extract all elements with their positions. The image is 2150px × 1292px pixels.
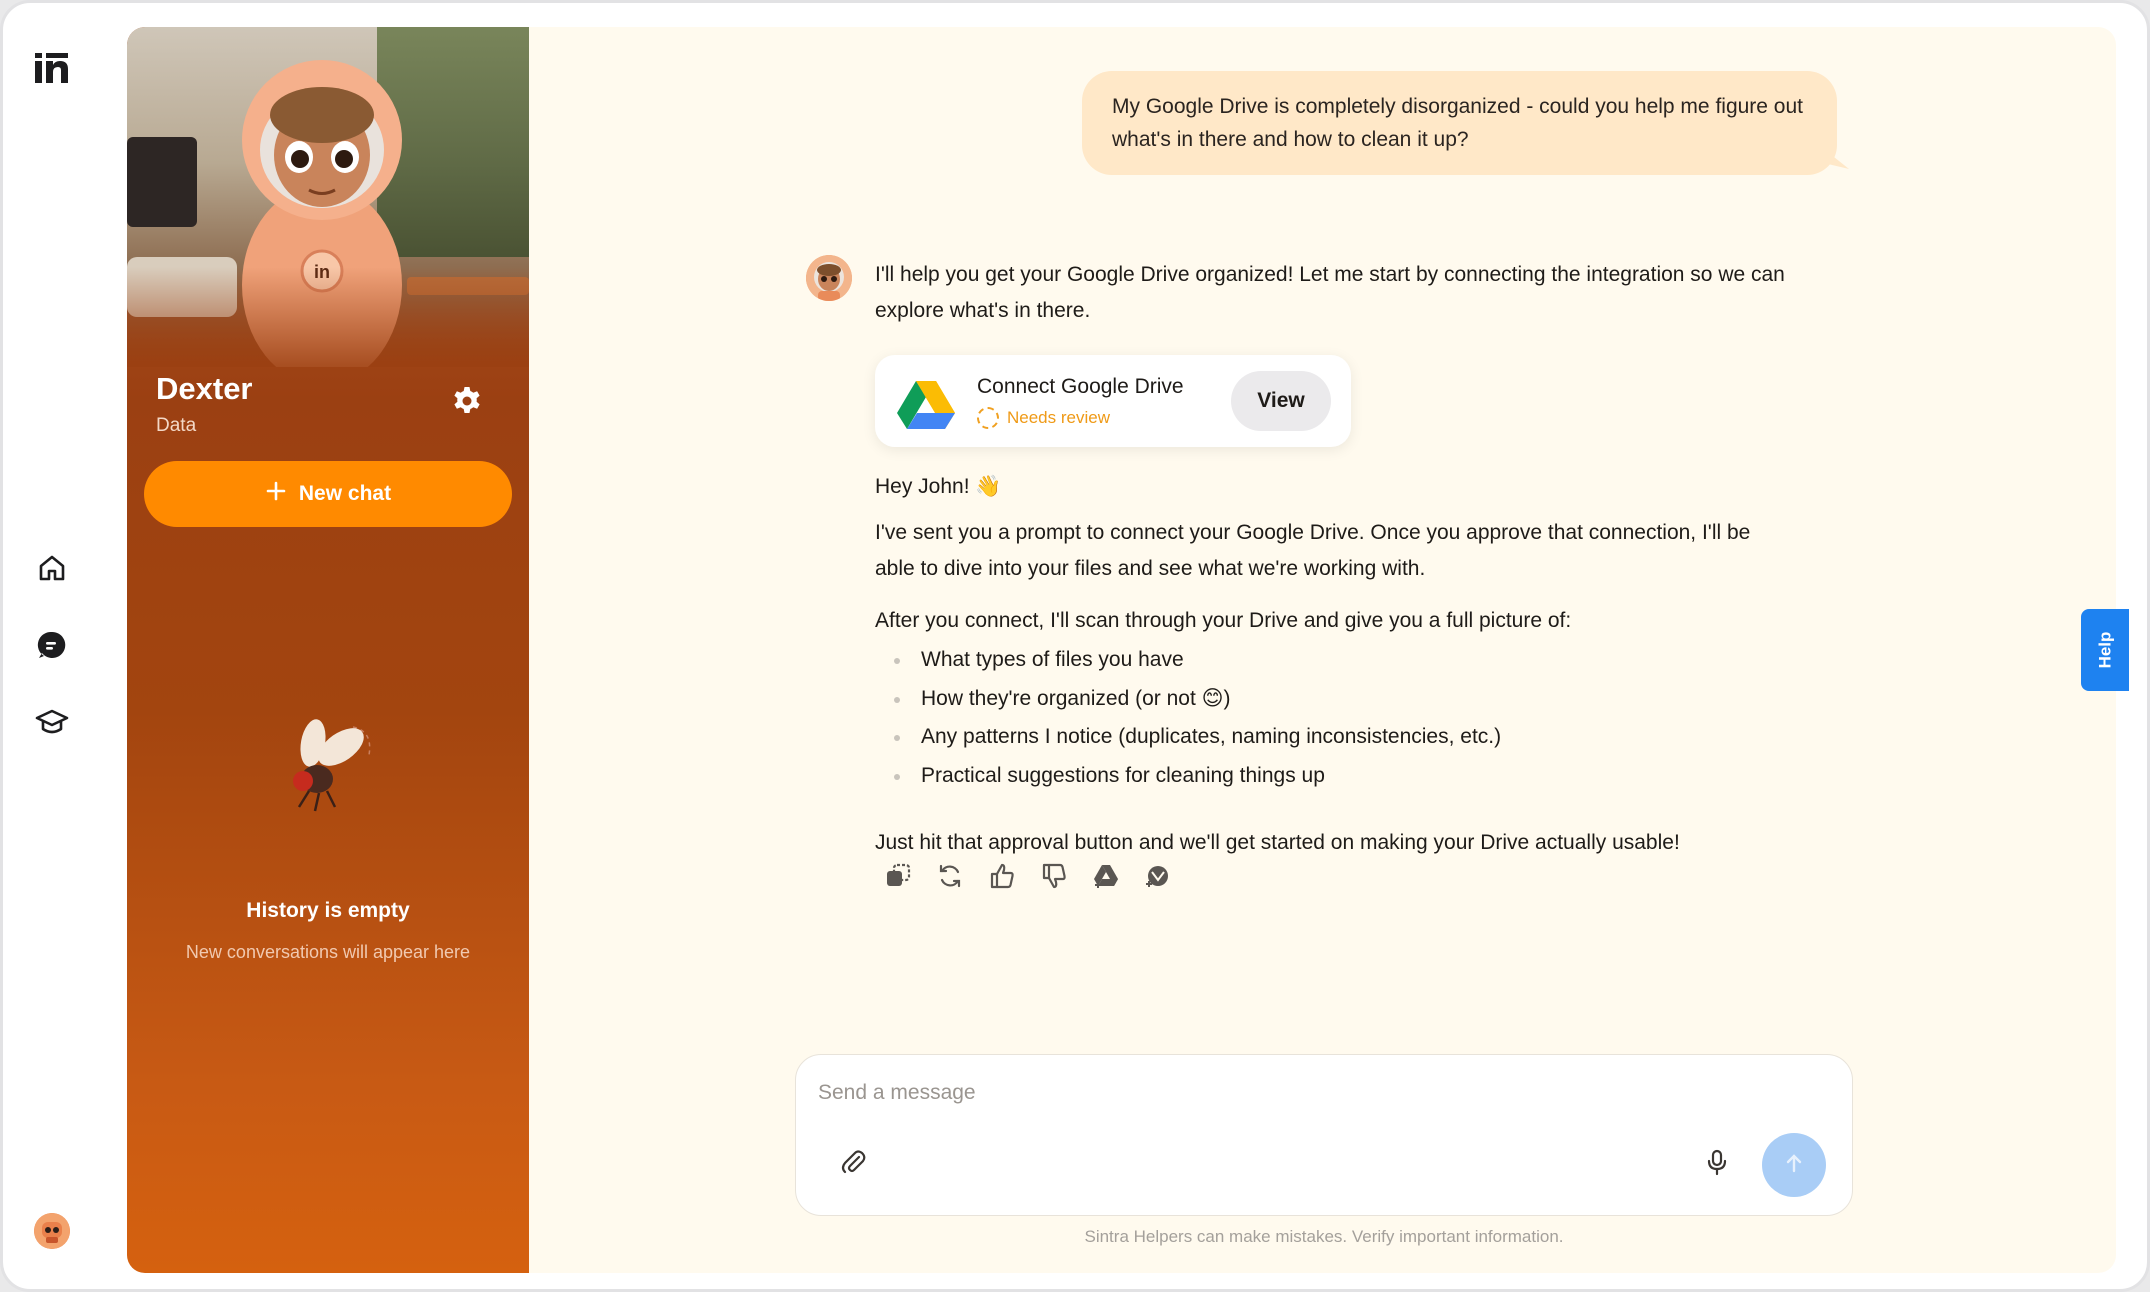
paperclip-icon (839, 1148, 867, 1181)
icon-rail (3, 3, 127, 1289)
view-integration-button[interactable]: View (1231, 371, 1331, 431)
agent-avatar (806, 255, 852, 301)
fly-illustration (293, 719, 371, 812)
message-actions (881, 861, 1175, 895)
send-button[interactable] (1762, 1133, 1826, 1197)
help-button[interactable]: Help (2081, 609, 2129, 691)
chat-area: My Google Drive is completely disorganiz… (529, 27, 2116, 1273)
copy-icon (884, 862, 912, 895)
learn-button[interactable] (33, 705, 71, 743)
list-item: What types of files you have (875, 641, 1775, 680)
history-empty-title: History is empty (246, 899, 410, 922)
regenerate-button[interactable] (933, 861, 967, 895)
thumbs-up-button[interactable] (985, 861, 1019, 895)
integration-action-button[interactable] (1141, 861, 1175, 895)
google-drive-logo (897, 381, 955, 429)
regenerate-icon (936, 862, 964, 895)
thumbs-up-icon (988, 862, 1016, 895)
agent-message-list: What types of files you have How they're… (875, 641, 1775, 795)
microphone-icon (1704, 1148, 1730, 1181)
hero-gradient (127, 267, 529, 367)
list-item: Any patterns I notice (duplicates, namin… (875, 718, 1775, 757)
agent-message-intro: I'll help you get your Google Drive orga… (875, 263, 1785, 322)
agent-message-closing: Just hit that approval button and we'll … (875, 831, 1680, 854)
disclaimer-text: Sintra Helpers can make mistakes. Verify… (1084, 1227, 1564, 1246)
integration-card: Connect Google Drive Needs review View (875, 355, 1351, 447)
agent-name: Dexter (156, 371, 253, 406)
pending-status-icon (977, 407, 999, 429)
help-label: Help (2095, 631, 2114, 669)
chat-icon (36, 629, 68, 666)
drive-action-button[interactable] (1089, 861, 1123, 895)
arrow-up-icon (1782, 1151, 1806, 1180)
thumbs-down-icon (1040, 862, 1068, 895)
history-empty-subtitle: New conversations will appear here (185, 942, 471, 962)
agent-message-paragraph: I've sent you a prompt to connect your G… (875, 521, 1751, 580)
graduation-cap-icon (35, 706, 69, 743)
integration-status-label: Needs review (1007, 408, 1110, 427)
home-button[interactable] (33, 551, 71, 589)
user-message: My Google Drive is completely disorganiz… (1082, 71, 1837, 175)
google-drive-icon (1092, 862, 1120, 895)
user-avatar[interactable] (34, 1213, 70, 1249)
voice-input-button[interactable] (1700, 1147, 1734, 1181)
agent-hero-image: in (127, 27, 529, 367)
attach-button[interactable] (836, 1147, 870, 1181)
integration-title: Connect Google Drive (977, 375, 1184, 398)
integration-status: Needs review (977, 407, 1110, 429)
home-icon (36, 552, 68, 589)
message-input[interactable] (818, 1073, 1718, 1113)
new-chat-label: New chat (298, 482, 392, 505)
chats-button[interactable] (33, 628, 71, 666)
message-composer (795, 1054, 1853, 1216)
gear-icon (451, 385, 483, 422)
thumbs-down-button[interactable] (1037, 861, 1071, 895)
plus-icon (265, 480, 287, 508)
app-window: in Dexter Data New chat History is empty (0, 0, 2150, 1292)
integration-icon (1144, 862, 1172, 895)
list-item: Practical suggestions for cleaning thing… (875, 757, 1775, 796)
agent-settings-button[interactable] (449, 385, 485, 421)
hero-piano (127, 137, 197, 227)
app-logo[interactable] (33, 51, 71, 85)
agent-sidebar: in Dexter Data New chat History is empty (127, 27, 529, 1273)
agent-role: Data (156, 415, 197, 436)
agent-message-paragraph: After you connect, I'll scan through you… (875, 609, 1572, 632)
agent-message-greeting: Hey John! 👋 (875, 475, 1002, 498)
new-chat-button[interactable]: New chat (144, 461, 512, 527)
copy-button[interactable] (881, 861, 915, 895)
list-item: How they're organized (or not 😊) (875, 680, 1775, 719)
